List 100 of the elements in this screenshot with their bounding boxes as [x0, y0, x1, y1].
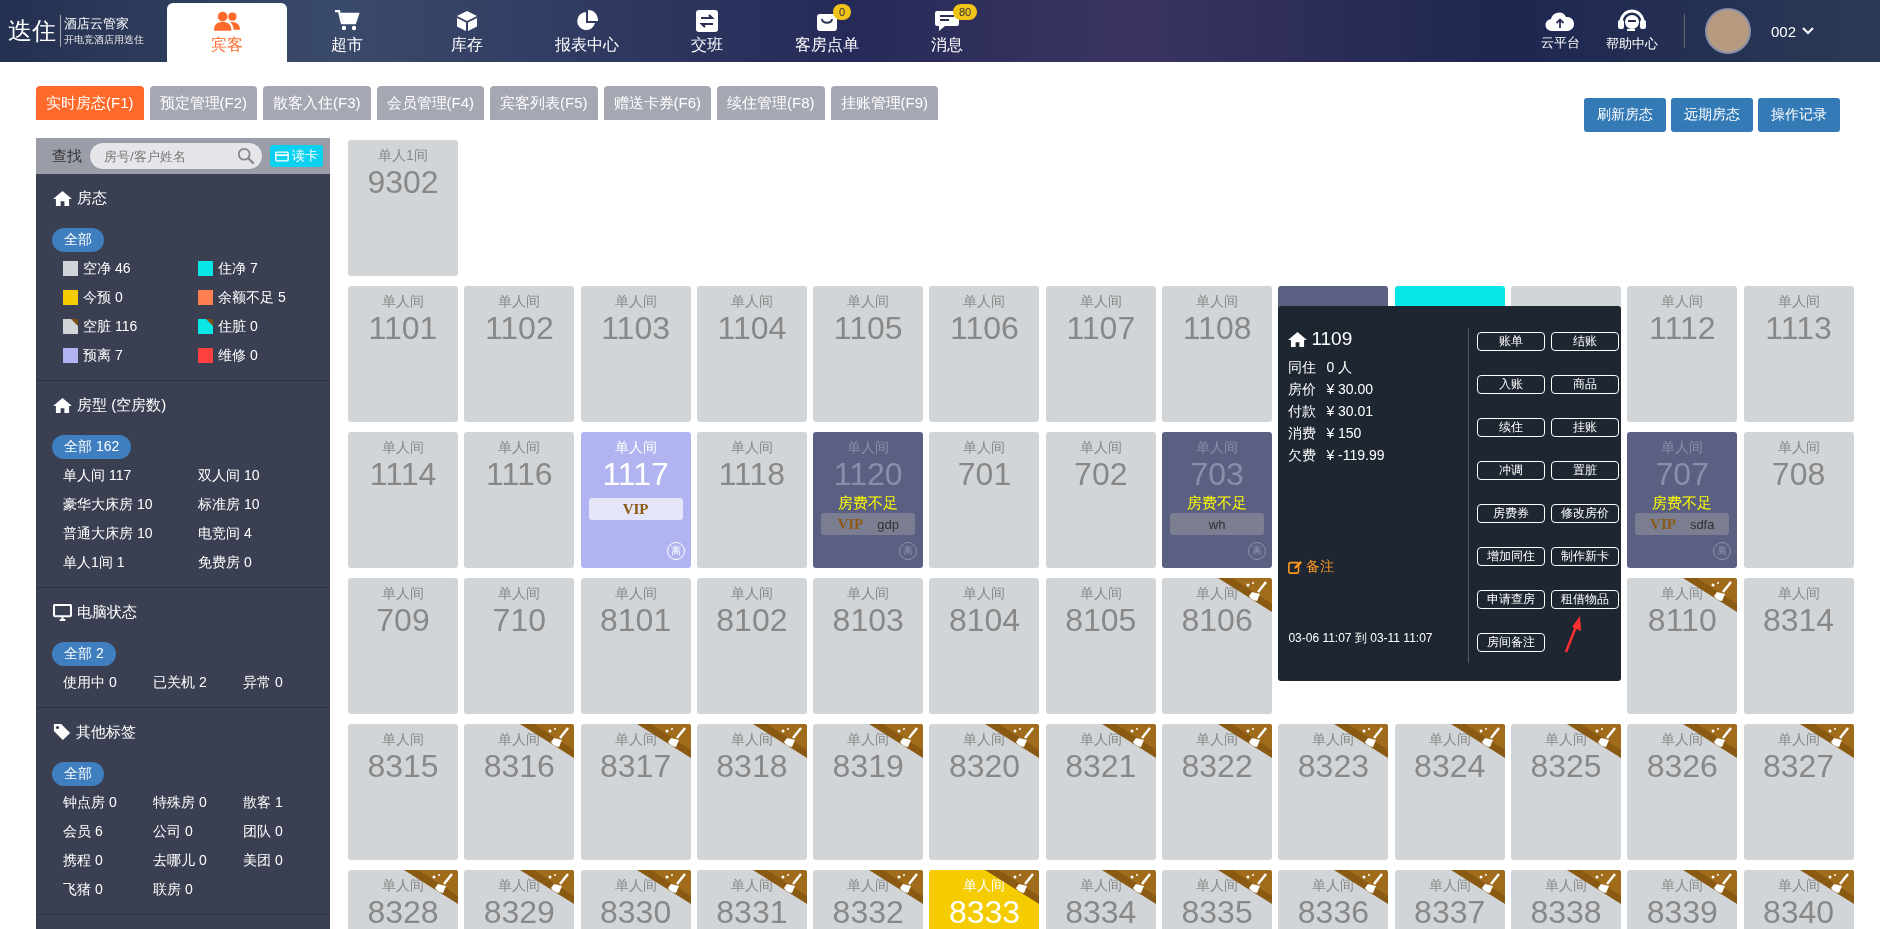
nav-item[interactable]: 库存 [407, 3, 527, 62]
filter-item[interactable]: 会员 6 [63, 817, 153, 846]
filter-item[interactable]: 单人1间 1 [63, 548, 198, 577]
action-button[interactable]: 操作记录 [1758, 98, 1840, 132]
action-button[interactable]: 租借物品 [1551, 590, 1620, 609]
filter-item[interactable]: 全部 [52, 228, 104, 252]
action-button[interactable]: 申请查房 [1477, 590, 1546, 609]
room-card[interactable]: 单人间 8338 [1510, 870, 1621, 929]
filter-item[interactable]: 飞猪 0 [63, 875, 153, 904]
action-button[interactable]: 挂账 [1551, 418, 1620, 437]
action-button[interactable]: 入账 [1477, 375, 1546, 394]
room-card[interactable]: 单人间 8319 [813, 724, 924, 860]
filter-item[interactable]: 联房 0 [153, 875, 243, 904]
room-card[interactable]: 单人间 8318 [696, 724, 807, 860]
tab[interactable]: 会员管理(F4) [376, 86, 484, 120]
filter-item[interactable]: 使用中 0 [63, 668, 153, 697]
room-card[interactable]: 单人间 1104 [696, 286, 807, 422]
nav-item[interactable]: 消息 80 [887, 3, 1007, 62]
nav-item[interactable]: 报表中心 [527, 3, 647, 62]
search-field[interactable]: 房号/客户姓名 [90, 143, 262, 169]
filter-item[interactable]: 去哪儿 0 [153, 846, 243, 875]
tab[interactable]: 实时房态(F1) [36, 86, 144, 120]
nav-item[interactable]: 宾客 [167, 3, 287, 62]
action-button[interactable]: 账单 [1477, 332, 1546, 351]
action-button[interactable]: 续住 [1477, 418, 1546, 437]
room-card[interactable]: 单人间 708 [1743, 432, 1854, 568]
room-card[interactable]: 单人间 1112 [1627, 286, 1738, 422]
room-card[interactable]: 单人间 8110 [1627, 578, 1738, 714]
room-card[interactable]: 单人间 710 [464, 578, 575, 714]
room-card[interactable]: 单人间 8314 [1743, 578, 1854, 714]
action-button[interactable]: 房费券 [1477, 504, 1546, 523]
tab[interactable]: 赠送卡券(F6) [603, 86, 711, 120]
action-button[interactable]: 置脏 [1551, 461, 1620, 480]
room-card[interactable]: 单人间 8321 [1045, 724, 1156, 860]
action-button[interactable]: 房间备注 [1477, 633, 1546, 652]
filter-item[interactable]: 已关机 2 [153, 668, 243, 697]
filter-item[interactable]: 单人间 117 [63, 461, 198, 490]
filter-item[interactable]: 住脏 0 [198, 312, 330, 341]
room-card[interactable]: 单人间 8337 [1394, 870, 1505, 929]
room-card[interactable]: 单人间 8105 [1045, 578, 1156, 714]
filter-item[interactable]: 钟点房 0 [63, 788, 153, 817]
action-button[interactable]: 远期房态 [1671, 98, 1753, 132]
filter-item[interactable]: 标准房 10 [198, 490, 330, 519]
room-card[interactable]: 单人间 8101 [580, 578, 691, 714]
tab[interactable]: 预定管理(F2) [149, 86, 257, 120]
room-card[interactable]: 单人间 8339 [1627, 870, 1738, 929]
nav-item[interactable]: 交班 [647, 3, 767, 62]
action-button[interactable]: 制作新卡 [1551, 547, 1620, 566]
room-card[interactable]: 单人间 1102 [464, 286, 575, 422]
room-card[interactable]: 单人间 8328 [348, 870, 458, 929]
action-button[interactable]: 商品 [1551, 375, 1620, 394]
room-card[interactable]: 单人间 1116 [464, 432, 575, 568]
filter-item[interactable]: 今预 0 [63, 283, 198, 312]
filter-item[interactable]: 豪华大床房 10 [63, 490, 198, 519]
room-card[interactable]: 单人间 1117 VIP 离 [580, 432, 691, 568]
room-card[interactable]: 单人间 8315 [348, 724, 458, 860]
filter-item[interactable]: 全部 2 [52, 642, 116, 666]
room-card[interactable]: 单人间 709 [348, 578, 458, 714]
room-card[interactable]: 单人间 1114 [348, 432, 458, 568]
filter-item[interactable]: 住净 7 [198, 254, 330, 283]
room-card[interactable]: 单人间 1105 [813, 286, 924, 422]
room-card[interactable]: 单人间 8103 [813, 578, 924, 714]
filter-item[interactable]: 余额不足 5 [198, 283, 330, 312]
room-card[interactable]: 单人间 8331 [696, 870, 807, 929]
action-button[interactable]: 增加同住 [1477, 547, 1546, 566]
room-card[interactable]: 单人间 1107 [1045, 286, 1156, 422]
filter-item[interactable]: 电竞间 4 [198, 519, 330, 548]
filter-item[interactable]: 特殊房 0 [153, 788, 243, 817]
room-card[interactable]: 单人间 8329 [464, 870, 575, 929]
filter-item[interactable]: 空净 46 [63, 254, 198, 283]
filter-item[interactable]: 全部 [52, 762, 104, 786]
room-card[interactable]: 单人间 8335 [1162, 870, 1273, 929]
filter-item[interactable]: 公司 0 [153, 817, 243, 846]
tab[interactable]: 散客入住(F3) [263, 86, 371, 120]
nav-tool[interactable]: 帮助中心 [1599, 8, 1664, 54]
room-card[interactable]: 单人间 701 [929, 432, 1040, 568]
filter-item[interactable]: 维修 0 [198, 341, 330, 370]
filter-item[interactable]: 普通大床房 10 [63, 519, 198, 548]
room-card[interactable]: 单人间 8324 [1394, 724, 1505, 860]
room-card[interactable]: 单人间 8320 [929, 724, 1040, 860]
tab[interactable]: 续住管理(F8) [717, 86, 825, 120]
action-button[interactable]: 冲调 [1477, 461, 1546, 480]
room-card[interactable]: 单人间 8106 [1162, 578, 1273, 714]
note-link[interactable]: 备注 [1288, 558, 1469, 576]
avatar[interactable] [1704, 8, 1751, 54]
nav-item[interactable]: 客房点单 0 [767, 3, 887, 62]
room-card[interactable]: 单人间 8102 [696, 578, 807, 714]
room-card[interactable]: 单人间 1108 [1162, 286, 1273, 422]
room-card[interactable]: 单人1间 9302 [348, 140, 458, 276]
filter-item[interactable]: 全部 162 [52, 435, 132, 459]
filter-item[interactable]: 免费房 0 [198, 548, 330, 577]
room-card[interactable]: 单人间 8340 [1743, 870, 1854, 929]
filter-item[interactable]: 美团 0 [243, 846, 330, 875]
room-card[interactable]: 单人间 1118 [696, 432, 807, 568]
user-menu[interactable]: 002 [1764, 21, 1820, 41]
filter-item[interactable]: 异常 0 [243, 668, 330, 697]
room-card[interactable]: 单人间 8104 [929, 578, 1040, 714]
room-card[interactable]: 单人间 8327 [1743, 724, 1854, 860]
room-card[interactable]: 单人间 8330 [580, 870, 691, 929]
room-card[interactable]: 单人间 8317 [580, 724, 691, 860]
